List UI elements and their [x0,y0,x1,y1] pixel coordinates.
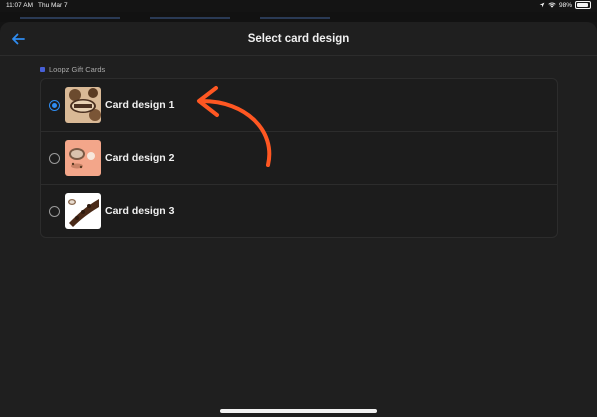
modal-sheet: Select card design Loopz Gift Cards Card… [0,22,597,417]
section-label: Loopz Gift Cards [40,65,105,74]
status-date: Thu Mar 7 [38,2,68,9]
loopz-logo-icon [40,67,45,72]
battery-icon [575,1,591,9]
section-label-text: Loopz Gift Cards [49,65,106,74]
battery-percent: 98% [558,1,572,9]
header: Select card design [0,22,597,56]
radio-button[interactable] [49,206,60,217]
card-design-option-2[interactable]: Card design 2 [41,132,557,184]
home-indicator [220,409,377,413]
card-design-1-thumbnail [65,87,101,123]
card-design-2-thumbnail [65,140,101,176]
radio-button[interactable] [49,153,60,164]
card-design-option-1[interactable]: Card design 1 [41,79,557,131]
status-time: 11:07 AM [6,2,33,9]
annotation-arrow-icon [197,86,272,167]
header-divider [0,55,597,56]
location-icon [539,2,545,8]
card-design-option-3[interactable]: Card design 3 [41,185,557,237]
wifi-icon [548,2,556,8]
card-design-list: Card design 1 Card design 2 Card design … [40,78,558,238]
status-bar: 11:07 AM Thu Mar 7 98% [0,0,597,12]
page-title: Select card design [247,33,350,45]
card-design-label: Card design 1 [105,99,175,111]
background-app-strip [0,12,597,22]
radio-button-selected[interactable] [49,100,60,111]
card-design-label: Card design 2 [105,152,175,164]
card-design-3-thumbnail [65,193,101,229]
status-right: 98% [539,1,591,9]
card-design-label: Card design 3 [105,205,175,217]
